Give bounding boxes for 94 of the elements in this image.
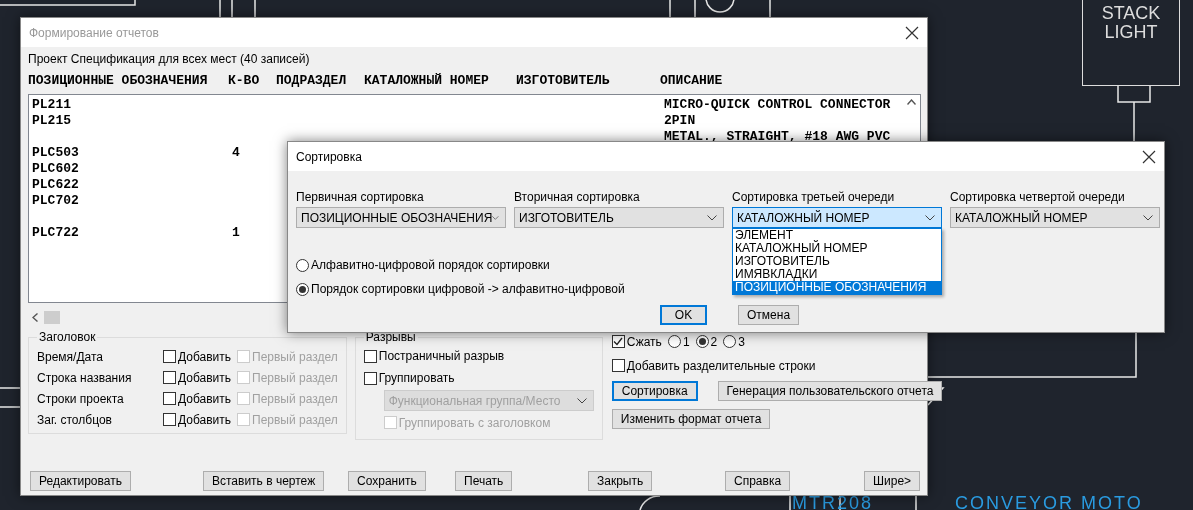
field-label: Сортировка четвертой очереди xyxy=(950,189,1126,206)
table-cell: PLC722 xyxy=(32,224,79,240)
field-label: Вторичная сортировка xyxy=(514,189,641,206)
dialog-button[interactable]: Печать xyxy=(455,471,513,491)
dialog-button[interactable]: Сохранить xyxy=(348,471,426,491)
table-cell: PLC602 xyxy=(32,160,79,176)
option-label: Заг. столбцов xyxy=(37,412,113,427)
checkbox[interactable] xyxy=(163,392,176,405)
dialog-button[interactable]: Отмена xyxy=(738,305,800,325)
dialog-button[interactable]: OK xyxy=(660,305,707,325)
radio-label: 1 xyxy=(682,334,690,349)
sort-dropdown[interactable]: КАТАЛОЖНЫЙ НОМЕР xyxy=(732,207,942,228)
group-title: Заголовок xyxy=(38,330,97,344)
sort-dropdown[interactable]: ИЗГОТОВИТЕЛЬ xyxy=(514,207,724,228)
radio-label: 2 xyxy=(710,334,718,349)
dialog-button[interactable]: Редактировать xyxy=(30,471,131,491)
dialog-button[interactable]: Шире> xyxy=(864,471,921,491)
radio-button[interactable] xyxy=(296,282,309,296)
sort-dropdown[interactable]: КАТАЛОЖНЫЙ НОМЕР xyxy=(950,207,1160,228)
stack-light-label: STACK LIGHT xyxy=(1100,4,1162,44)
column-header: ПОДРАЗДЕЛ xyxy=(276,72,348,88)
checkbox[interactable] xyxy=(163,371,176,384)
column-header: ПОЗИЦИОННЫЕ ОБОЗНАЧЕНИЯ xyxy=(28,72,209,88)
checkbox-label: Добавить xyxy=(178,412,232,427)
table-cell: 2PIN xyxy=(664,112,696,128)
checkbox-label: Добавить xyxy=(178,349,232,364)
column-header: КАТАЛОЖНЫЙ НОМЕР xyxy=(364,72,490,88)
checkbox-label: Добавить xyxy=(178,391,232,406)
checkbox-label: Первый раздел xyxy=(252,349,338,364)
dialog-button[interactable]: Сортировка xyxy=(611,381,698,401)
table-cell: PLC702 xyxy=(32,192,79,208)
column-header: ОПИСАНИЕ xyxy=(660,72,724,88)
chevron-down-icon xyxy=(1143,214,1153,221)
window-title: Сортировка xyxy=(296,149,362,164)
checkbox[interactable] xyxy=(611,335,625,348)
option-label: Время/Дата xyxy=(37,349,104,364)
checkbox[interactable] xyxy=(363,349,377,363)
group-title: Разрывы xyxy=(364,330,417,344)
column-header: ИЗГОТОВИТЕЛЬ xyxy=(516,72,611,88)
checkbox-label: Первый раздел xyxy=(252,370,338,385)
field-label: Первичная сортировка xyxy=(296,189,425,206)
table-cell: 4 xyxy=(232,144,240,160)
checkbox-label: Первый раздел xyxy=(252,412,338,427)
checkbox-label: Первый раздел xyxy=(252,391,338,406)
table-cell: PLC622 xyxy=(32,176,79,192)
radio-label: Порядок сортировки цифровой -> алфавитно-цифровой xyxy=(311,282,625,296)
checkbox[interactable] xyxy=(163,350,176,363)
checkbox-label: Добавить xyxy=(178,370,232,385)
chevron-down-icon xyxy=(707,214,717,221)
table-cell: PL215 xyxy=(32,112,71,128)
checkbox[interactable] xyxy=(363,371,377,385)
chevron-down-icon xyxy=(576,397,587,404)
dialog-button[interactable]: Генерация пользовательского отчета xyxy=(717,381,943,401)
dropdown-option[interactable]: ИМЯВКЛАДКИ xyxy=(733,268,941,281)
field-label: Сортировка третьей очереди xyxy=(732,189,896,206)
dialog-button[interactable]: Закрыть xyxy=(588,471,653,491)
table-cell: PLC503 xyxy=(32,144,79,160)
dialog-button[interactable]: Вставить в чертеж xyxy=(203,471,325,491)
drawing-label: CONVEYOR MOTO xyxy=(955,496,1143,510)
table-cell: METAL., STRAIGHT, #18 AWG PVC xyxy=(664,128,891,144)
option-label: Строка названия xyxy=(37,370,133,385)
checkbox-label: Группировать с заголовком xyxy=(398,415,551,430)
window-title: Формирование отчетов xyxy=(29,25,159,40)
dropdown-option[interactable]: КАТАЛОЖНЫЙ НОМЕР xyxy=(733,242,941,255)
scrollbar-thumb[interactable] xyxy=(44,310,60,324)
chevron-down-icon xyxy=(925,214,935,221)
chevron-down-icon xyxy=(492,214,499,221)
scroll-left-icon[interactable] xyxy=(32,312,38,322)
checkbox-label: Постраничный разрыв xyxy=(378,349,505,364)
radio-button[interactable] xyxy=(296,258,309,272)
radio-button[interactable] xyxy=(667,335,681,348)
table-cell: MICRO-QUICK CONTROL CONNECTOR xyxy=(664,96,891,112)
scroll-up-icon[interactable] xyxy=(907,99,916,105)
checkbox-label: Группировать xyxy=(378,371,455,386)
dialog-button[interactable]: Справка xyxy=(725,471,791,491)
table-cell: 1 xyxy=(232,224,240,240)
radio-label: Алфавитно-цифровой порядок сортировки xyxy=(311,258,550,272)
checkbox-label: Добавить разделительные строки xyxy=(626,358,816,373)
close-icon[interactable] xyxy=(905,25,919,40)
option-label: Строки проекта xyxy=(37,391,125,406)
checkbox-label: Сжать xyxy=(626,334,662,349)
table-cell: PL211 xyxy=(32,96,71,112)
checkbox[interactable] xyxy=(611,359,625,372)
sort-dropdown[interactable]: ПОЗИЦИОННЫЕ ОБОЗНАЧЕНИЯ xyxy=(296,207,506,228)
column-header: К-ВО xyxy=(228,72,261,88)
dropdown-option[interactable]: ИЗГОТОВИТЕЛЬ xyxy=(733,255,941,268)
radio-button[interactable] xyxy=(695,335,709,348)
radio-button[interactable] xyxy=(723,335,737,348)
dialog-button[interactable]: Изменить формат отчета xyxy=(611,409,771,429)
close-icon[interactable] xyxy=(1142,149,1156,164)
radio-label: 3 xyxy=(738,334,745,349)
dropdown-option[interactable]: ПОЗИЦИОННЫЕ ОБОЗНАЧЕНИЯ xyxy=(733,281,941,294)
checkbox[interactable] xyxy=(163,413,176,426)
project-line: Проект Спецификация для всех мест (40 записей) xyxy=(28,51,311,68)
